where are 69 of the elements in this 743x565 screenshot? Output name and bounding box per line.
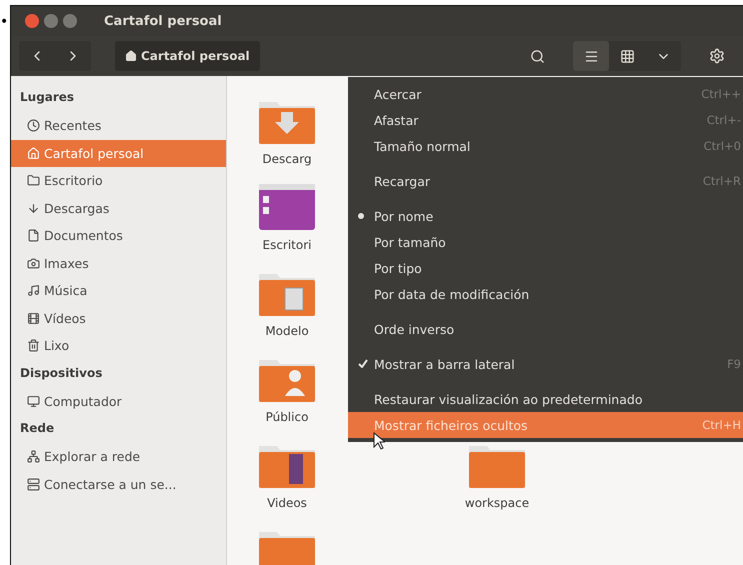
- grid-icon: [620, 48, 634, 64]
- menu-item[interactable]: Por tamaño: [348, 229, 743, 255]
- menu-item[interactable]: Restaurar visualización ao predeterminado: [348, 386, 743, 412]
- file-name: Escritori: [262, 238, 312, 252]
- menu-item[interactable]: Acercar Ctrl++: [348, 81, 743, 107]
- window-title: Cartafol persoal: [104, 14, 222, 28]
- document-icon: [27, 229, 40, 242]
- menu-item[interactable]: Mostrar a barra lateral F9: [348, 351, 743, 377]
- trash-icon: [27, 339, 40, 352]
- sidebar-item-label: Recentes: [44, 118, 102, 134]
- close-button[interactable]: [25, 14, 39, 28]
- list-icon: [584, 48, 598, 64]
- sidebar-item[interactable]: Conectarse a un se...: [11, 470, 226, 498]
- file-name: Descarg: [262, 152, 312, 166]
- sidebar-item-label: Computador: [44, 394, 122, 409]
- folder-icon: [27, 174, 40, 188]
- sidebar-item[interactable]: Lixo: [11, 332, 226, 360]
- menu-item[interactable]: Recargar Ctrl+R: [348, 168, 743, 194]
- sidebar-item[interactable]: Vídeos: [11, 304, 226, 332]
- sidebar-item[interactable]: Escritorio: [11, 167, 226, 194]
- mouse-pointer-icon: [373, 432, 385, 450]
- menu-item[interactable]: Afastar Ctrl+-: [348, 107, 743, 133]
- sidebar-heading: Dispositivos: [19, 366, 104, 382]
- menu-item[interactable]: Por tipo: [348, 255, 743, 281]
- download-icon: [27, 202, 40, 215]
- home-icon: [125, 50, 137, 62]
- sidebar-item[interactable]: Documentos: [11, 222, 226, 250]
- menu-item[interactable]: Por data de modificación: [348, 281, 743, 307]
- monitor-icon: [27, 394, 40, 408]
- search-icon: [530, 48, 544, 64]
- sidebar-heading: Rede: [19, 421, 56, 437]
- settings-icon: [709, 48, 725, 64]
- file-name: Modelo: [265, 324, 309, 338]
- server-icon: [27, 478, 40, 491]
- sidebar-item[interactable]: Descargas: [11, 194, 226, 222]
- sidebar-item-label: Explorar a rede: [44, 449, 140, 464]
- sidebar-item-label: Conectarse a un se...: [44, 476, 176, 492]
- film-icon: [27, 312, 40, 325]
- sidebar-item-label: Música: [44, 283, 88, 298]
- sidebar-item-label: Vídeos: [44, 310, 86, 326]
- sidebar-item-label: Escritorio: [44, 173, 103, 188]
- sidebar-item-label: Cartafol persoal: [44, 146, 144, 161]
- sidebar-item[interactable]: Imaxes: [11, 250, 226, 277]
- maximize-button[interactable]: [63, 14, 77, 28]
- sidebar-item-label: Lixo: [44, 338, 70, 354]
- sidebar-item-label: Documentos: [44, 228, 123, 244]
- sidebar-heading: Lugares: [19, 90, 76, 106]
- clock-icon: [27, 119, 40, 132]
- camera-icon: [27, 256, 40, 270]
- music-icon: [27, 284, 40, 298]
- sidebar-item[interactable]: Recentes: [11, 112, 226, 140]
- sidebar-item[interactable]: Música: [11, 277, 226, 304]
- sidebar-item-label: Descargas: [44, 200, 110, 216]
- file-name: Videos: [267, 496, 307, 510]
- sidebar-item[interactable]: Computador: [11, 388, 226, 415]
- minimize-button[interactable]: [44, 14, 58, 28]
- location-button[interactable]: Cartafol persoal: [115, 41, 260, 71]
- menu-item[interactable]: Orde inverso: [348, 316, 743, 342]
- home-icon: [27, 146, 40, 160]
- sidebar-item[interactable]: Explorar a rede: [11, 443, 226, 470]
- list-view-button[interactable]: [573, 41, 609, 71]
- sidebar-item-label: Imaxes: [44, 256, 89, 271]
- file-name: workspace: [464, 496, 530, 510]
- desktop-folder-icon[interactable]: [259, 184, 315, 230]
- menu-item[interactable]: Tamaño normal Ctrl+0: [348, 133, 743, 159]
- network-icon: [27, 450, 40, 464]
- menu-item[interactable]: Por nome: [348, 203, 743, 229]
- file-name: Público: [266, 410, 308, 424]
- list-bullet: •: [0, 13, 10, 32]
